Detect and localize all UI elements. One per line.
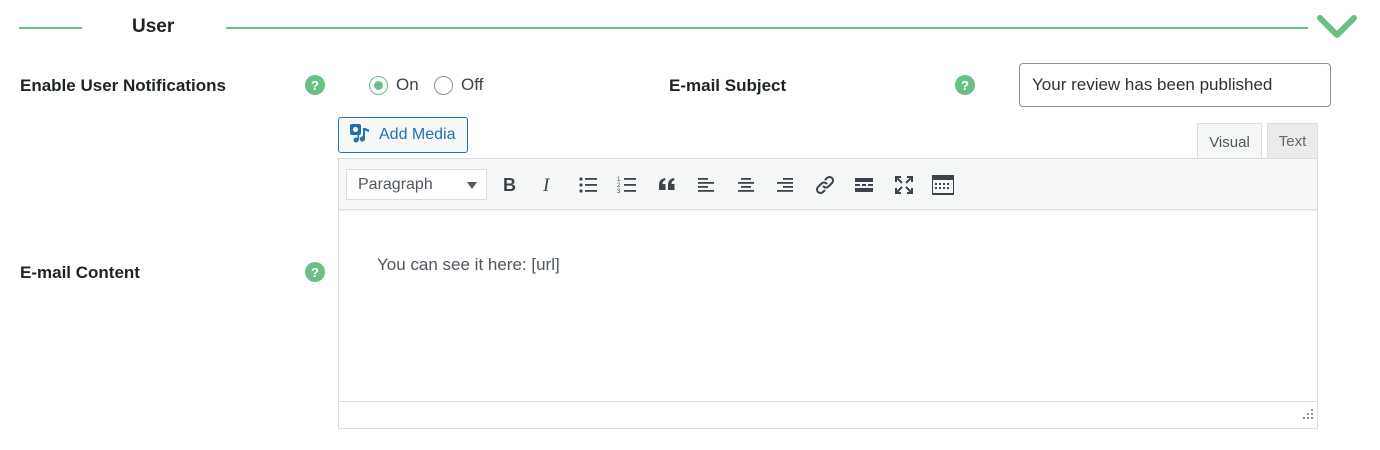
blockquote-icon[interactable] (653, 171, 681, 199)
italic-icon[interactable]: I (534, 171, 562, 199)
editor-toolbar: Paragraph B I 1 2 3 (339, 159, 1317, 210)
header-line-right (226, 27, 1308, 29)
align-center-icon[interactable] (732, 171, 760, 199)
toolbar-toggle-icon[interactable] (929, 171, 957, 199)
editor-statusbar (339, 401, 1317, 428)
read-more-icon[interactable] (850, 171, 878, 199)
numbered-list-icon[interactable]: 1 2 3 (613, 171, 641, 199)
chevron-down-icon[interactable] (1316, 12, 1358, 42)
radio-off-indicator[interactable] (434, 75, 453, 95)
content-label: E-mail Content (20, 263, 140, 282)
add-media-label: Add Media (379, 126, 456, 143)
editor-body-text: You can see it here: [url] (377, 255, 560, 274)
radio-off[interactable]: Off (434, 75, 483, 95)
align-left-icon[interactable] (692, 171, 720, 199)
bullet-list-icon[interactable] (574, 171, 602, 199)
add-media-button[interactable]: Add Media (338, 117, 468, 153)
fullscreen-icon[interactable] (890, 171, 918, 199)
tab-text[interactable]: Text (1267, 123, 1318, 159)
tab-visual[interactable]: Visual (1197, 123, 1262, 160)
radio-on[interactable]: On (369, 75, 419, 95)
radio-on-indicator[interactable] (369, 75, 388, 95)
svg-text:I: I (542, 175, 551, 195)
svg-text:B: B (503, 175, 516, 195)
help-icon[interactable]: ? (955, 75, 975, 95)
help-icon[interactable]: ? (305, 262, 325, 282)
align-right-icon[interactable] (771, 171, 799, 199)
editor-content[interactable]: You can see it here: [url] (339, 211, 1317, 402)
format-select-value: Paragraph (358, 175, 433, 193)
radio-off-label: Off (461, 75, 484, 94)
resize-handle-icon[interactable] (1302, 407, 1314, 425)
header-line-left (19, 27, 82, 29)
subject-label: E-mail Subject (669, 76, 787, 95)
section-title: User (132, 16, 175, 37)
rich-text-editor: Paragraph B I 1 2 3 You can see it here:… (338, 158, 1318, 429)
link-icon[interactable] (811, 171, 839, 199)
svg-text:3: 3 (617, 189, 621, 195)
notifications-label: Enable User Notifications (20, 76, 226, 95)
caret-down-icon (467, 182, 477, 189)
subject-input[interactable] (1019, 63, 1331, 107)
bold-icon[interactable]: B (495, 171, 523, 199)
format-select[interactable]: Paragraph (346, 169, 487, 200)
help-icon[interactable]: ? (305, 75, 325, 95)
radio-on-label: On (396, 75, 419, 94)
media-icon (349, 122, 379, 149)
